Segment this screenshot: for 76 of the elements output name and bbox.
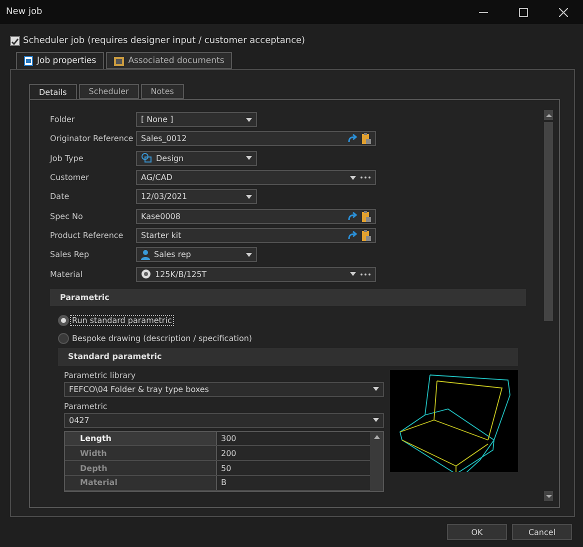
down-arrow-icon [546, 494, 552, 498]
input-field[interactable]: Kase0008 [136, 208, 376, 224]
redo-arrow-icon[interactable] [348, 212, 358, 221]
property-name[interactable]: Width [65, 446, 217, 460]
property-value[interactable]: 50 [217, 461, 370, 475]
property-value[interactable]: B [217, 476, 370, 490]
more-icon[interactable] [360, 272, 371, 276]
up-arrow-icon [546, 114, 552, 116]
radio-button[interactable] [58, 315, 69, 326]
maximize-icon [518, 8, 528, 16]
close-icon [558, 8, 568, 16]
field-label: Product Reference [50, 230, 124, 240]
clipboard-icon[interactable] [362, 210, 371, 222]
field-label: Parametric [64, 402, 108, 411]
tab[interactable]: Notes [140, 84, 184, 99]
shapes-icon [141, 153, 152, 164]
property-name[interactable]: Material [65, 476, 217, 490]
tab[interactable]: Details [29, 84, 77, 99]
property-value[interactable]: 300 [217, 432, 370, 446]
redo-arrow-icon[interactable] [348, 230, 358, 240]
property-name[interactable]: Length [65, 432, 217, 446]
tab[interactable]: Scheduler [78, 84, 139, 99]
field-label: Job Type [50, 154, 84, 163]
dropdown-arrow-icon[interactable] [350, 176, 356, 180]
more-icon[interactable] [360, 176, 371, 180]
radio-label: Run standard parametric [71, 316, 173, 326]
redo-arrow-icon[interactable] [348, 134, 358, 144]
input-field[interactable]: [ None ] [136, 112, 257, 128]
checkbox[interactable] [10, 36, 20, 46]
dialog-button[interactable]: Cancel [512, 524, 572, 540]
clipboard-icon[interactable] [362, 230, 371, 241]
dropdown-arrow-icon[interactable] [246, 118, 252, 122]
document-icon [24, 56, 33, 66]
input-field[interactable]: Design [136, 150, 257, 166]
field-label: Material [50, 270, 84, 279]
dropdown-arrow-icon[interactable] [246, 252, 252, 257]
folder-icon [114, 56, 124, 66]
input-field[interactable]: 12/03/2021 [136, 189, 257, 204]
input-field[interactable]: Sales_0012 [136, 131, 376, 146]
tab[interactable]: Job properties [16, 52, 104, 69]
field-label: Spec No [50, 212, 84, 221]
disc-icon [141, 269, 151, 280]
clipboard-icon[interactable] [362, 133, 371, 144]
up-arrow-icon [374, 434, 380, 439]
property-name[interactable]: Depth [65, 461, 217, 475]
field-label: Date [50, 192, 70, 202]
dropdown[interactable]: 0427 [64, 412, 384, 428]
dropdown-arrow-icon[interactable] [246, 156, 252, 160]
scrollbar[interactable] [370, 432, 383, 491]
property-value[interactable]: 200 [217, 446, 370, 460]
dropdown-arrow-icon[interactable] [373, 387, 379, 392]
dropdown[interactable]: FEFCO\04 Folder & tray type boxes [64, 382, 384, 397]
dropdown-arrow-icon[interactable] [350, 272, 356, 276]
field-label: Folder [50, 115, 76, 124]
input-field[interactable]: 125K/B/125T [136, 266, 376, 282]
input-field[interactable]: Starter kit [136, 228, 376, 243]
radio-button[interactable] [58, 333, 69, 344]
input-field[interactable]: Sales rep [136, 247, 257, 262]
window-title: New job [6, 7, 44, 17]
section-header: Standard parametric [58, 348, 518, 366]
radio-label: Bespoke drawing (description / specification) [71, 334, 254, 344]
input-field[interactable]: AG/CAD [136, 170, 376, 186]
scroll-down-button[interactable] [544, 491, 553, 501]
person-icon [141, 250, 150, 260]
field-label: Sales Rep [50, 250, 90, 260]
tab[interactable]: Associated documents [106, 52, 232, 69]
checkbox-label: Scheduler job (requires designer input / customer acceptance) [23, 36, 306, 46]
dialog-button[interactable]: OK [447, 524, 507, 540]
dropdown-arrow-icon[interactable] [246, 194, 252, 199]
field-label: Customer [50, 173, 90, 182]
dropdown-arrow-icon[interactable] [373, 418, 379, 422]
field-label: Originator Reference [50, 134, 134, 144]
scroll-up-button[interactable] [544, 110, 553, 120]
field-label: Parametric library [64, 370, 137, 380]
scrollbar-thumb[interactable] [544, 122, 553, 321]
section-header: Parametric [50, 288, 526, 306]
